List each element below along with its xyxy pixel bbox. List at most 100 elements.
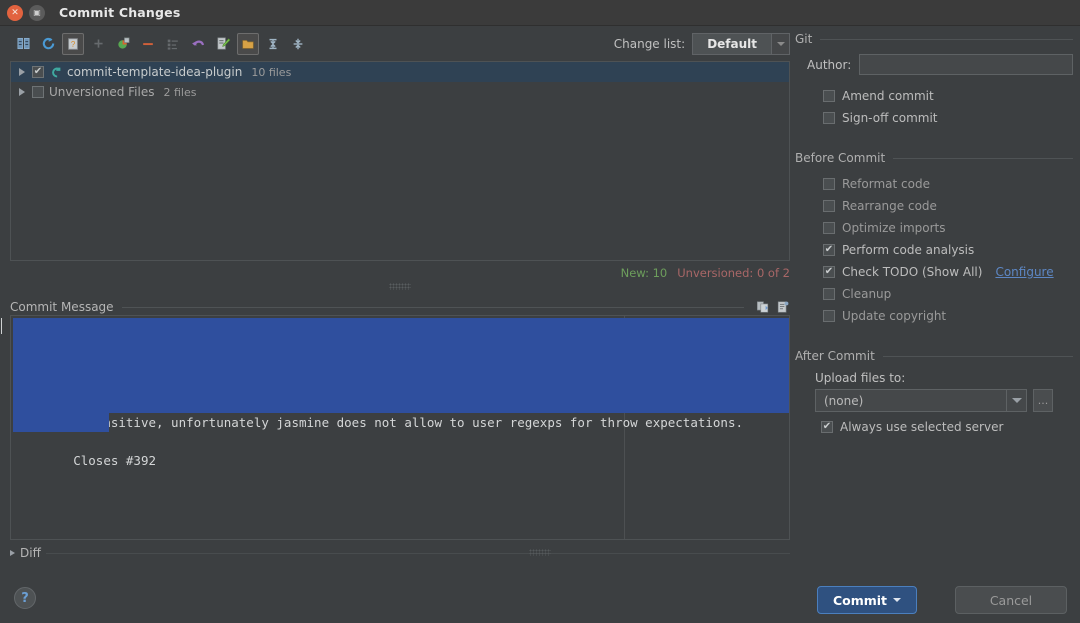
table-row[interactable]: Unversioned Files 2 files: [11, 82, 789, 102]
divider: [820, 38, 1073, 40]
before-commit-label: Before Commit: [795, 151, 886, 165]
divider: [893, 157, 1073, 159]
changelist-selector: Change list: Default: [614, 33, 790, 55]
upload-files-label: Upload files to:: [815, 371, 906, 385]
commit-message-text: fix($compile): couple of unit tests for …: [11, 316, 789, 468]
changes-status: New: 10 Unversioned: 0 of 2: [621, 266, 790, 280]
commit-button-label: Commit: [832, 592, 888, 608]
signoff-commit-checkbox[interactable]: Sign-off commit: [795, 107, 1073, 129]
perform-code-analysis-label: Perform code analysis: [842, 243, 975, 257]
after-commit-label: After Commit: [795, 349, 875, 363]
reformat-code-label: Reformat code: [842, 177, 930, 191]
amend-commit-checkbox[interactable]: Amend commit: [795, 85, 1073, 107]
rearrange-code-label: Rearrange code: [842, 199, 937, 213]
message-line: fix($compile): couple of unit tests for …: [13, 318, 789, 373]
status-unversioned-count: Unversioned: 0 of 2: [677, 266, 790, 280]
message-line: insensitive, unfortunately jasmine does …: [13, 375, 789, 430]
checkbox-icon[interactable]: [823, 90, 835, 102]
show-diff-icon[interactable]: [12, 33, 34, 55]
group-by-directory-icon[interactable]: ?: [62, 32, 84, 55]
list-item-count: 10 files: [251, 65, 292, 79]
checkbox-icon[interactable]: [821, 421, 833, 433]
collapse-all-icon[interactable]: [287, 33, 309, 55]
reformat-code-checkbox[interactable]: Reformat code: [795, 173, 1073, 195]
status-new-count: New: 10: [620, 266, 668, 280]
author-label: Author:: [807, 57, 852, 72]
checkbox-icon[interactable]: [823, 266, 835, 278]
always-use-server-label: Always use selected server: [840, 420, 1004, 434]
chevron-down-icon[interactable]: [1006, 390, 1026, 411]
cancel-button[interactable]: Cancel: [955, 586, 1067, 614]
chevron-down-icon[interactable]: [893, 598, 902, 602]
checkbox-icon[interactable]: [823, 310, 835, 322]
help-button[interactable]: ?: [14, 587, 36, 609]
rearrange-code-checkbox[interactable]: Rearrange code: [795, 195, 1073, 217]
message-line-text: Closes #392: [73, 453, 157, 468]
commit-message-title: Commit Message: [10, 300, 114, 314]
checkbox-icon[interactable]: [823, 178, 835, 190]
row-checkbox[interactable]: [32, 86, 44, 98]
check-todo-checkbox[interactable]: Check TODO (Show All) Configure: [795, 261, 1073, 283]
update-copyright-checkbox[interactable]: Update copyright: [795, 305, 1073, 327]
perform-code-analysis-checkbox[interactable]: Perform code analysis: [795, 239, 1073, 261]
delete-icon[interactable]: [137, 33, 159, 55]
checkbox-icon[interactable]: [823, 222, 835, 234]
divider: [882, 355, 1073, 357]
move-to-changelist-icon[interactable]: [112, 33, 134, 55]
group-by-module-icon[interactable]: [237, 32, 259, 55]
triangle-right-icon[interactable]: [10, 550, 15, 556]
close-icon[interactable]: ✕: [7, 4, 23, 21]
commit-button[interactable]: Commit: [817, 586, 917, 614]
text-caret: [1, 318, 2, 334]
diff-label: Diff: [20, 546, 41, 560]
table-row[interactable]: commit-template-idea-plugin 10 files: [11, 62, 789, 82]
check-todo-label: Check TODO (Show All): [842, 265, 983, 279]
revert-icon[interactable]: [187, 33, 209, 55]
upload-server-combobox[interactable]: (none): [815, 389, 1027, 412]
changes-tree[interactable]: commit-template-idea-plugin 10 files Unv…: [10, 61, 790, 261]
list-item-label: Unversioned Files: [49, 85, 155, 99]
vertical-splitter-handle[interactable]: [389, 283, 411, 290]
update-copyright-label: Update copyright: [842, 309, 947, 323]
upload-server-row: (none) ...: [815, 389, 1073, 412]
set-active-changelist-icon[interactable]: [162, 33, 184, 55]
refresh-icon[interactable]: [37, 33, 59, 55]
expand-all-icon[interactable]: [262, 33, 284, 55]
author-field[interactable]: [859, 54, 1073, 75]
cleanup-checkbox[interactable]: Cleanup: [795, 283, 1073, 305]
checkbox-icon[interactable]: [823, 112, 835, 124]
browse-server-button[interactable]: ...: [1033, 389, 1053, 412]
paste-from-history-icon[interactable]: [756, 300, 770, 314]
divider: [121, 306, 744, 308]
window-title: Commit Changes: [59, 5, 181, 20]
signoff-commit-label: Sign-off commit: [842, 111, 938, 125]
show-message-history-icon[interactable]: [776, 300, 790, 314]
maximize-icon[interactable]: ▣: [29, 4, 45, 21]
diff-section-toggle[interactable]: Diff: [10, 545, 790, 561]
row-checkbox[interactable]: [32, 66, 44, 78]
edit-source-icon[interactable]: [212, 33, 234, 55]
checkbox-icon[interactable]: [823, 244, 835, 256]
triangle-right-icon[interactable]: [19, 88, 25, 96]
checkbox-icon[interactable]: [823, 288, 835, 300]
add-changelist-icon[interactable]: [87, 33, 109, 55]
divider: [45, 552, 790, 554]
changelist-combobox[interactable]: Default: [692, 33, 790, 55]
chevron-down-icon[interactable]: [771, 33, 790, 55]
commit-message-input[interactable]: fix($compile): couple of unit tests for …: [10, 315, 790, 540]
git-section-label: Git: [795, 32, 813, 46]
message-line: Closes #392: [13, 413, 789, 468]
horizontal-splitter-handle[interactable]: [529, 549, 551, 556]
window-titlebar: ✕ ▣ Commit Changes: [0, 0, 1080, 26]
triangle-right-icon[interactable]: [19, 68, 25, 76]
changelist-value: Default: [692, 33, 771, 55]
commit-changes-dialog: ✕ ▣ Commit Changes ? Change list: Defaul…: [0, 0, 1080, 623]
always-use-server-checkbox[interactable]: Always use selected server: [795, 416, 1073, 438]
message-line: Older IEs serialize html uppercased, but…: [13, 356, 789, 411]
checkbox-icon[interactable]: [823, 200, 835, 212]
optimize-imports-checkbox[interactable]: Optimize imports: [795, 217, 1073, 239]
configure-todo-link[interactable]: Configure: [995, 265, 1053, 279]
optimize-imports-label: Optimize imports: [842, 221, 946, 235]
commit-message-header: Commit Message: [10, 299, 790, 315]
upload-server-value: (none): [824, 393, 864, 408]
